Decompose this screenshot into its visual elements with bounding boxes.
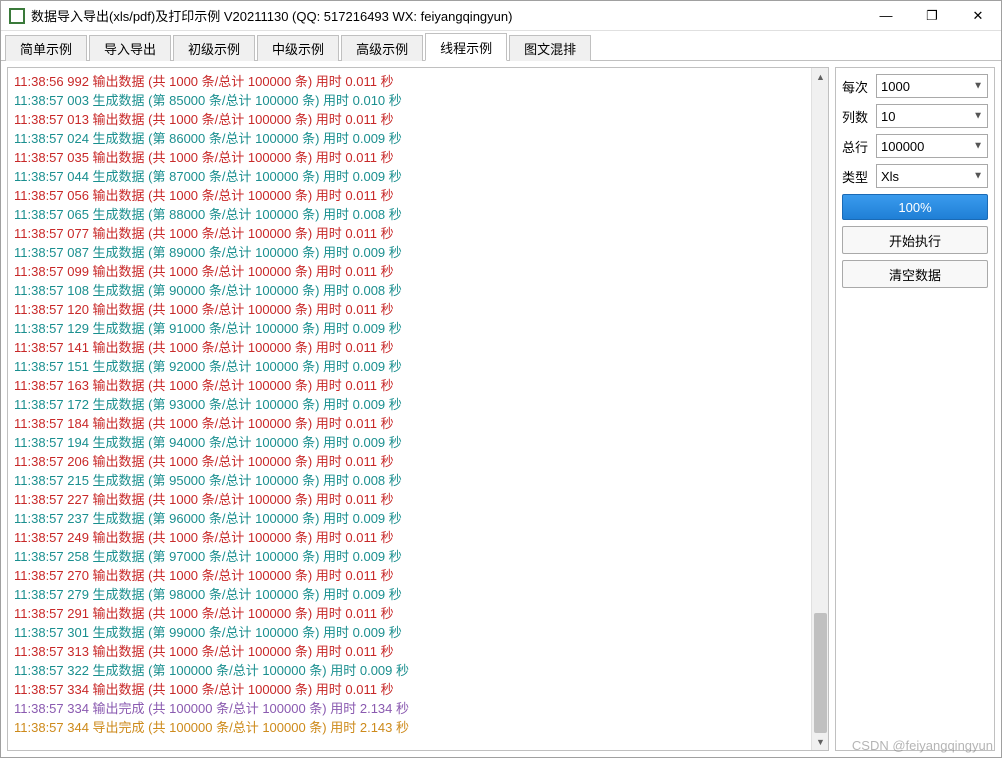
select-per-value: 1000 [881,79,910,94]
tabbar: 简单示例导入导出初级示例中级示例高级示例线程示例图文混排 [1,31,1001,61]
label-rows: 总行 [842,137,872,156]
log-line: 11:38:57 056 输出数据 (共 1000 条/总计 100000 条)… [14,186,805,205]
select-rows[interactable]: 100000 ▼ [876,134,988,158]
window-title: 数据导入导出(xls/pdf)及打印示例 V20211130 (QQ: 5172… [31,6,863,25]
log-line: 11:38:57 334 输出完成 (共 100000 条/总计 100000 … [14,699,805,718]
log-line: 11:38:57 172 生成数据 (第 93000 条/总计 100000 条… [14,395,805,414]
select-cols-value: 10 [881,109,895,124]
log-line: 11:38:57 291 输出数据 (共 1000 条/总计 100000 条)… [14,604,805,623]
app-window: 数据导入导出(xls/pdf)及打印示例 V20211130 (QQ: 5172… [0,0,1002,758]
log-line: 11:38:57 129 生成数据 (第 91000 条/总计 100000 条… [14,319,805,338]
log-line: 11:38:57 003 生成数据 (第 85000 条/总计 100000 条… [14,91,805,110]
log-line: 11:38:56 992 输出数据 (共 1000 条/总计 100000 条)… [14,72,805,91]
log-line: 11:38:57 065 生成数据 (第 88000 条/总计 100000 条… [14,205,805,224]
restore-button[interactable]: ❐ [909,1,955,31]
log-line: 11:38:57 044 生成数据 (第 87000 条/总计 100000 条… [14,167,805,186]
log-line: 11:38:57 163 输出数据 (共 1000 条/总计 100000 条)… [14,376,805,395]
chevron-down-icon: ▼ [973,141,983,152]
select-cols[interactable]: 10 ▼ [876,104,988,128]
select-per[interactable]: 1000 ▼ [876,74,988,98]
window-buttons: — ❐ ✕ [863,1,1001,31]
log-line: 11:38:57 108 生成数据 (第 90000 条/总计 100000 条… [14,281,805,300]
scrollbar-thumb[interactable] [814,613,827,733]
scroll-down-icon[interactable]: ▼ [812,733,829,750]
log-line: 11:38:57 227 输出数据 (共 1000 条/总计 100000 条)… [14,490,805,509]
scroll-up-icon[interactable]: ▲ [812,68,829,85]
start-button-label: 开始执行 [889,231,941,250]
log-text-area[interactable]: 11:38:56 992 输出数据 (共 1000 条/总计 100000 条)… [8,68,811,750]
tab-6[interactable]: 图文混排 [509,35,591,61]
tab-2[interactable]: 初级示例 [173,35,255,61]
vertical-scrollbar[interactable]: ▲ ▼ [811,68,828,750]
progress-text: 100% [898,200,931,215]
row-per: 每次 1000 ▼ [842,74,988,98]
log-line: 11:38:57 215 生成数据 (第 95000 条/总计 100000 条… [14,471,805,490]
log-panel: 11:38:56 992 输出数据 (共 1000 条/总计 100000 条)… [7,67,829,751]
log-line: 11:38:57 141 输出数据 (共 1000 条/总计 100000 条)… [14,338,805,357]
log-line: 11:38:57 151 生成数据 (第 92000 条/总计 100000 条… [14,357,805,376]
start-button[interactable]: 开始执行 [842,226,988,254]
tab-1[interactable]: 导入导出 [89,35,171,61]
log-line: 11:38:57 313 输出数据 (共 1000 条/总计 100000 条)… [14,642,805,661]
row-rows: 总行 100000 ▼ [842,134,988,158]
log-line: 11:38:57 237 生成数据 (第 96000 条/总计 100000 条… [14,509,805,528]
log-line: 11:38:57 334 输出数据 (共 1000 条/总计 100000 条)… [14,680,805,699]
log-line: 11:38:57 249 输出数据 (共 1000 条/总计 100000 条)… [14,528,805,547]
label-type: 类型 [842,167,872,186]
log-line: 11:38:57 024 生成数据 (第 86000 条/总计 100000 条… [14,129,805,148]
row-type: 类型 Xls ▼ [842,164,988,188]
log-line: 11:38:57 279 生成数据 (第 98000 条/总计 100000 条… [14,585,805,604]
tab-4[interactable]: 高级示例 [341,35,423,61]
chevron-down-icon: ▼ [973,81,983,92]
close-button[interactable]: ✕ [955,1,1001,31]
progress-bar: 100% [842,194,988,220]
log-line: 11:38:57 301 生成数据 (第 99000 条/总计 100000 条… [14,623,805,642]
tab-3[interactable]: 中级示例 [257,35,339,61]
chevron-down-icon: ▼ [973,111,983,122]
tab-0[interactable]: 简单示例 [5,35,87,61]
select-type[interactable]: Xls ▼ [876,164,988,188]
label-cols: 列数 [842,107,872,126]
select-type-value: Xls [881,169,899,184]
log-line: 11:38:57 077 输出数据 (共 1000 条/总计 100000 条)… [14,224,805,243]
log-line: 11:38:57 120 输出数据 (共 1000 条/总计 100000 条)… [14,300,805,319]
minimize-button[interactable]: — [863,1,909,31]
row-cols: 列数 10 ▼ [842,104,988,128]
log-line: 11:38:57 270 输出数据 (共 1000 条/总计 100000 条)… [14,566,805,585]
log-line: 11:38:57 184 输出数据 (共 1000 条/总计 100000 条)… [14,414,805,433]
log-line: 11:38:57 099 输出数据 (共 1000 条/总计 100000 条)… [14,262,805,281]
log-line: 11:38:57 344 导出完成 (共 100000 条/总计 100000 … [14,718,805,737]
label-per: 每次 [842,77,872,96]
log-line: 11:38:57 013 输出数据 (共 1000 条/总计 100000 条)… [14,110,805,129]
body-area: 11:38:56 992 输出数据 (共 1000 条/总计 100000 条)… [1,61,1001,757]
tab-5[interactable]: 线程示例 [425,33,507,61]
titlebar: 数据导入导出(xls/pdf)及打印示例 V20211130 (QQ: 5172… [1,1,1001,31]
clear-button[interactable]: 清空数据 [842,260,988,288]
log-line: 11:38:57 206 输出数据 (共 1000 条/总计 100000 条)… [14,452,805,471]
chevron-down-icon: ▼ [973,171,983,182]
log-line: 11:38:57 087 生成数据 (第 89000 条/总计 100000 条… [14,243,805,262]
log-line: 11:38:57 258 生成数据 (第 97000 条/总计 100000 条… [14,547,805,566]
settings-panel: 每次 1000 ▼ 列数 10 ▼ 总行 100000 ▼ [835,67,995,751]
log-line: 11:38:57 194 生成数据 (第 94000 条/总计 100000 条… [14,433,805,452]
select-rows-value: 100000 [881,139,924,154]
app-icon [9,8,25,24]
log-line: 11:38:57 322 生成数据 (第 100000 条/总计 100000 … [14,661,805,680]
log-line: 11:38:57 035 输出数据 (共 1000 条/总计 100000 条)… [14,148,805,167]
clear-button-label: 清空数据 [889,265,941,284]
